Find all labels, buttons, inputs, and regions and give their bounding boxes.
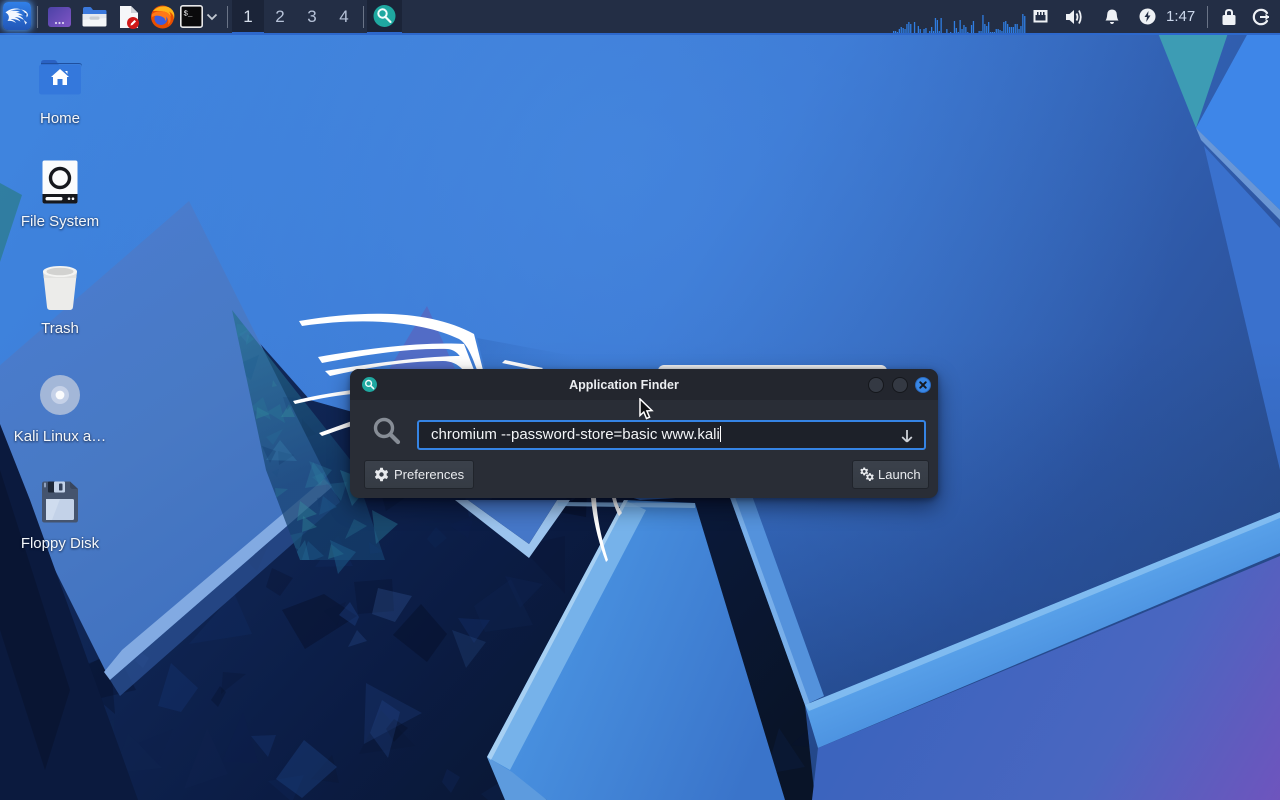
- svg-text:$_: $_: [184, 11, 194, 19]
